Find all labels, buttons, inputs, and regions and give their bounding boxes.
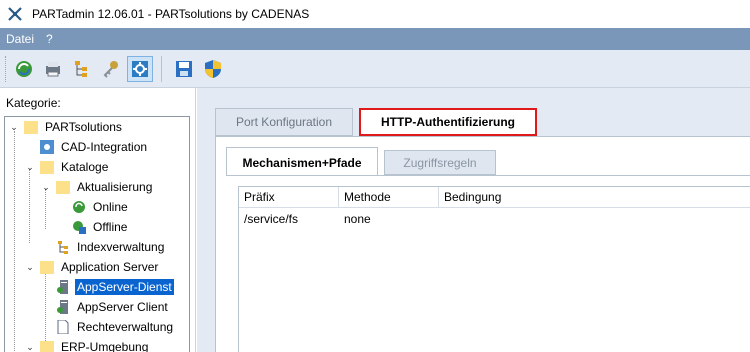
hierarchy-button[interactable]	[69, 56, 95, 82]
tree-item-label: Indexverwaltung	[77, 240, 165, 254]
cell-methode[interactable]: none	[339, 209, 439, 229]
offline-update-icon	[71, 219, 87, 235]
menu-item-datei[interactable]: Datei	[0, 28, 40, 50]
tree-guide-line	[14, 131, 15, 352]
tab-mechanismen-pfade[interactable]: Mechanismen+Pfade	[226, 147, 378, 177]
toolbar	[0, 50, 750, 88]
column-header-bedingung[interactable]: Bedingung	[439, 187, 750, 208]
tree-item-indexverwaltung[interactable]: Indexverwaltung	[51, 237, 166, 257]
window-title: PARTadmin 12.06.01 - PARTsolutions by CA…	[32, 7, 310, 21]
admin-shield-button[interactable]	[200, 56, 226, 82]
title-bar: PARTadmin 12.06.01 - PARTsolutions by CA…	[0, 0, 750, 28]
tree-item-application-server[interactable]: ⌄ Application Server	[25, 257, 160, 277]
tree-item-online[interactable]: Online	[67, 197, 130, 217]
tree-item-label: Online	[93, 200, 128, 214]
server-icon	[55, 299, 71, 315]
tree-guide-line	[45, 269, 46, 341]
print-button[interactable]	[40, 56, 66, 82]
app-logo-icon	[8, 7, 22, 21]
tree-item-label: Application Server	[61, 260, 159, 274]
folder-icon	[55, 179, 71, 195]
menu-item-help[interactable]: ?	[40, 28, 59, 50]
collapse-icon[interactable]: ⌄	[25, 162, 35, 172]
folder-icon	[39, 259, 55, 275]
tree-hierarchy-icon	[75, 60, 87, 77]
keys-button[interactable]	[98, 56, 124, 82]
tree-item-label: AppServer Client	[77, 300, 168, 314]
tree-item-cad-integration[interactable]: CAD-Integration	[35, 137, 149, 157]
toolbar-separator	[161, 55, 162, 82]
tree-item-rechteverwaltung[interactable]: Rechteverwaltung	[51, 317, 175, 337]
tree-item-kataloge[interactable]: ⌄ Kataloge	[25, 157, 110, 177]
tree-item-label: AppServer-Dienst	[75, 279, 174, 295]
cell-praefix[interactable]: /service/fs	[239, 209, 339, 229]
toolbar-grip[interactable]	[5, 55, 8, 82]
column-header-praefix[interactable]: Präfix	[239, 187, 339, 208]
refresh-icon	[16, 60, 32, 77]
tree-guide-line	[29, 169, 30, 243]
online-update-icon	[71, 199, 87, 215]
tree-item-label: Kataloge	[61, 160, 109, 174]
cad-integration-icon	[39, 139, 55, 155]
tab-zugriffsregeln[interactable]: Zugriffsregeln	[384, 150, 496, 175]
column-header-methode[interactable]: Methode	[339, 187, 439, 208]
tree-item-appserver-client[interactable]: AppServer Client	[51, 297, 170, 317]
tree-item-label: Offline	[93, 220, 128, 234]
menu-bar: Datei ?	[0, 28, 750, 50]
tree-item-label: PARTsolutions	[45, 120, 122, 134]
index-icon	[55, 239, 71, 255]
tree-item-appserver-dienst[interactable]: AppServer-Dienst	[51, 277, 174, 297]
printer-icon	[46, 61, 60, 76]
shield-icon	[205, 59, 221, 78]
refresh-button[interactable]	[11, 56, 37, 82]
tree-item-label: Rechteverwaltung	[77, 320, 174, 334]
collapse-icon[interactable]: ⌄	[41, 182, 51, 192]
tree-item-offline[interactable]: Offline	[67, 217, 129, 237]
folder-icon	[39, 159, 55, 175]
save-icon	[176, 60, 192, 77]
keys-icon	[103, 60, 118, 78]
cell-bedingung[interactable]	[439, 209, 750, 229]
http-auth-panel: Mechanismen+Pfade Zugriffsregeln Präfix …	[215, 136, 750, 352]
tab-port-konfiguration[interactable]: Port Konfiguration	[215, 108, 353, 136]
mechanismen-panel: Präfix Methode Bedingung /service/fs non…	[226, 175, 750, 352]
content-area: Port Konfiguration HTTP-Authentifizierun…	[197, 88, 750, 352]
document-icon	[55, 319, 71, 335]
collapse-icon[interactable]: ⌄	[9, 122, 19, 132]
server-icon	[55, 279, 71, 295]
collapse-icon[interactable]: ⌄	[25, 342, 35, 352]
paths-table[interactable]: Präfix Methode Bedingung /service/fs non…	[238, 186, 750, 352]
tree-item-partsolutions[interactable]: ⌄ PARTsolutions	[9, 117, 124, 137]
category-label: Kategorie:	[6, 96, 61, 110]
category-panel: Kategorie: ⌄ PARTsolutions CAD-Integrati…	[0, 88, 196, 352]
collapse-icon[interactable]: ⌄	[25, 262, 35, 272]
settings-gear-icon	[132, 60, 148, 77]
tree-item-label: ERP-Umgebung	[61, 340, 149, 352]
save-button[interactable]	[171, 56, 197, 82]
category-tree[interactable]: ⌄ PARTsolutions CAD-Integration ⌄ Katalo…	[4, 116, 190, 352]
tree-item-label: CAD-Integration	[61, 140, 148, 154]
tab-http-authentifizierung[interactable]: HTTP-Authentifizierung	[359, 108, 537, 136]
tree-item-aktualisierung[interactable]: ⌄ Aktualisierung	[41, 177, 154, 197]
tree-item-erp-umgebung[interactable]: ⌄ ERP-Umgebung	[25, 337, 150, 352]
table-header: Präfix Methode Bedingung	[239, 187, 750, 208]
settings-button[interactable]	[127, 55, 153, 82]
tree-item-label: Aktualisierung	[77, 180, 153, 194]
folder-icon	[39, 339, 55, 352]
folder-icon	[23, 119, 39, 135]
